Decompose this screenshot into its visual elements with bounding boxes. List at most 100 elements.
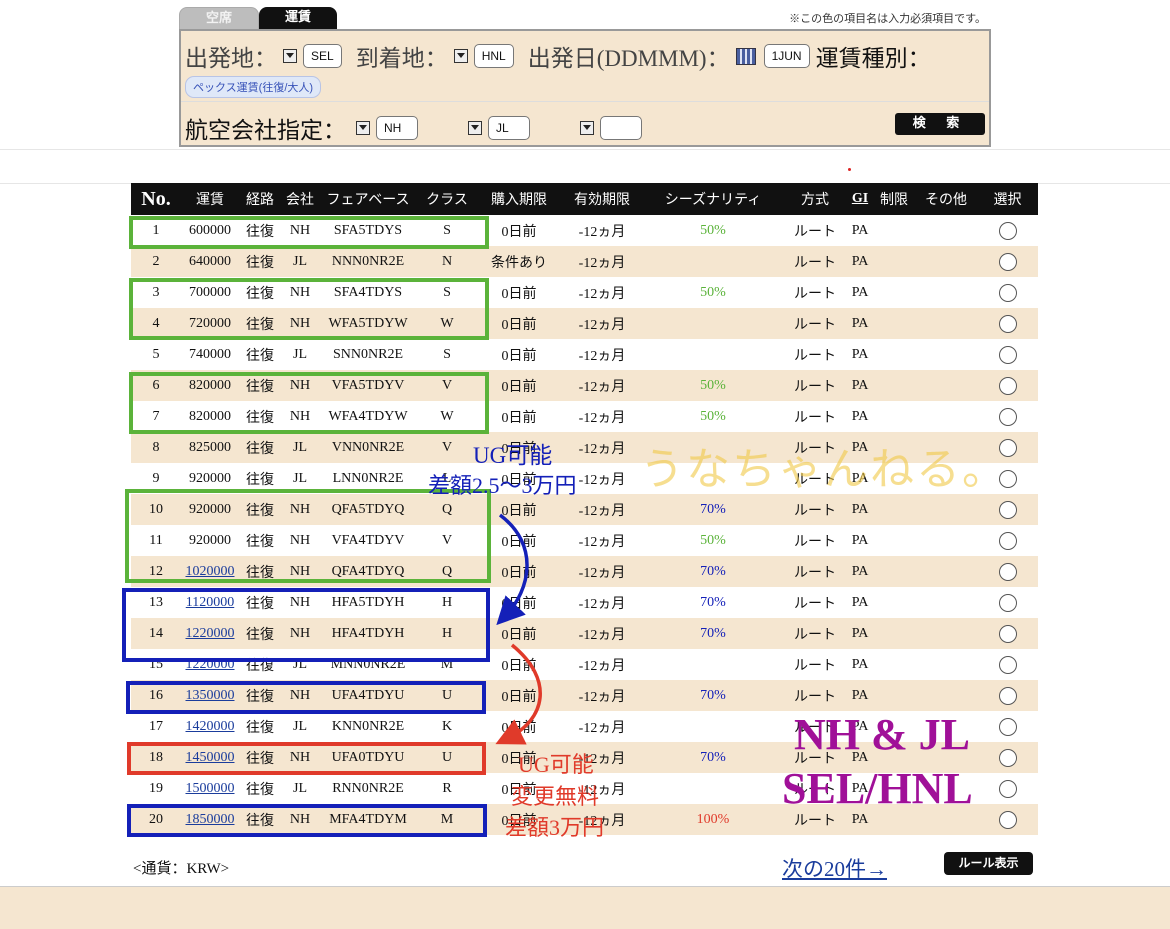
date-input[interactable]: 1JUN <box>763 44 810 68</box>
select-radio[interactable] <box>998 531 1017 550</box>
cell-select[interactable] <box>977 680 1038 711</box>
tab-fares[interactable]: 運賃 <box>259 7 337 29</box>
destination-input[interactable]: HNL <box>473 44 514 68</box>
cell-fare-basis: LNN0NR2E <box>332 470 404 486</box>
select-radio[interactable] <box>998 500 1017 519</box>
select-radio[interactable] <box>998 810 1017 829</box>
origin-input[interactable]: SEL <box>303 44 342 68</box>
airline-1-dropdown-icon[interactable] <box>356 121 370 135</box>
rules-button[interactable]: ルール表示 <box>944 852 1033 875</box>
select-radio[interactable] <box>998 252 1017 271</box>
search-panel: 出発地： SEL 到着地： HNL 出発日(DDMMM)： 1JUN 運賃種別：… <box>179 29 991 147</box>
fare-link[interactable]: 1350000 <box>186 688 235 703</box>
select-radio[interactable] <box>998 376 1017 395</box>
upgrade-note-blue: UG可能 <box>473 443 553 468</box>
select-radio[interactable] <box>998 717 1017 736</box>
fare-link[interactable]: 1020000 <box>186 564 235 579</box>
cell-select[interactable] <box>977 494 1038 525</box>
select-radio[interactable] <box>998 686 1017 705</box>
table-row: 4 720000 往復 NH WFA5TDYW W 0日前 -12ヵ月 ルート PA <box>131 308 1038 339</box>
fare-link[interactable]: 1220000 <box>186 657 235 672</box>
select-radio[interactable] <box>998 779 1017 798</box>
select-radio[interactable] <box>998 624 1017 643</box>
select-radio[interactable] <box>998 748 1017 767</box>
destination-dropdown-icon[interactable] <box>453 49 468 63</box>
cell-booking-class: H <box>417 618 477 649</box>
cell-route: 往復 <box>246 224 274 240</box>
cell-gi-code: PA <box>851 222 869 238</box>
fare-link[interactable]: 1120000 <box>186 595 234 610</box>
select-radio[interactable] <box>998 655 1017 674</box>
select-radio[interactable] <box>998 407 1017 426</box>
fare-link[interactable]: 1850000 <box>186 812 235 827</box>
cell-seasonality <box>643 711 783 742</box>
cell-row-no: 17 <box>149 718 163 734</box>
cell-select[interactable] <box>977 308 1038 339</box>
cell-select[interactable] <box>977 587 1038 618</box>
cell-fare-basis: SFA5TDYS <box>333 222 403 238</box>
cell-select[interactable] <box>977 339 1038 370</box>
cell-select[interactable] <box>977 711 1038 742</box>
cell-restriction <box>873 587 915 618</box>
cell-select[interactable] <box>977 773 1038 804</box>
cell-gi-code: PA <box>851 656 869 672</box>
gi-header-link[interactable]: GI <box>852 191 868 206</box>
cell-select[interactable] <box>977 246 1038 277</box>
airline-2-dropdown-icon[interactable] <box>468 121 482 135</box>
cell-select[interactable] <box>977 277 1038 308</box>
origin-dropdown-icon[interactable] <box>283 49 297 63</box>
col-header-gi[interactable]: GI <box>847 183 873 215</box>
fare-link[interactable]: 1500000 <box>186 781 235 796</box>
airline-3-input[interactable] <box>600 116 642 140</box>
select-radio[interactable] <box>998 562 1017 581</box>
cell-purchase-limit: 0日前 <box>501 534 537 550</box>
cell-validity: -12ヵ月 <box>561 432 643 463</box>
select-radio[interactable] <box>998 593 1017 612</box>
fare-tabs: 空席 運賃 <box>179 7 337 30</box>
cell-method: ルート <box>794 658 836 674</box>
fare-link[interactable]: 1420000 <box>186 719 235 734</box>
airline-3-dropdown-icon[interactable] <box>580 121 594 135</box>
cell-select[interactable] <box>977 401 1038 432</box>
cell-booking-class: V <box>441 532 453 548</box>
cell-fare-basis: VFA4TDYV <box>331 532 405 548</box>
table-row: 10 920000 往復 NH QFA5TDYQ Q 0日前 -12ヵ月 70% ルート PA <box>131 494 1038 525</box>
col-header-no: No. <box>131 183 181 215</box>
cell-restriction <box>873 525 915 556</box>
cell-purchase-limit: 0日前 <box>501 286 537 302</box>
cell-select[interactable] <box>977 525 1038 556</box>
cell-route: 往復 <box>239 618 281 649</box>
cell-select[interactable] <box>977 215 1038 246</box>
tab-availability[interactable]: 空席 <box>179 7 259 30</box>
cell-select[interactable] <box>977 370 1038 401</box>
cell-fare-basis: WFA4TDYW <box>328 408 408 424</box>
cell-purchase-limit: 0日前 <box>501 596 537 612</box>
fare-link[interactable]: 1450000 <box>186 750 235 765</box>
cell-select[interactable] <box>977 742 1038 773</box>
cell-select[interactable] <box>977 649 1038 680</box>
select-radio[interactable] <box>998 345 1017 364</box>
price-diff-note-blue: 差額2.5〜3万円 <box>428 473 577 498</box>
cell-row-no: 15 <box>149 656 163 672</box>
cell-method: ルート <box>783 556 847 587</box>
cell-method: ルート <box>794 286 836 302</box>
search-button[interactable]: 検 索 <box>895 113 985 135</box>
airline-2-input[interactable]: JL <box>488 116 530 140</box>
cell-select[interactable] <box>977 556 1038 587</box>
cell-carrier: NH <box>289 222 311 238</box>
cell-restriction <box>873 680 915 711</box>
airline-label: 航空会社指定： <box>185 118 346 143</box>
cell-select[interactable] <box>977 804 1038 835</box>
cell-row-no: 13 <box>149 594 163 610</box>
cell-select[interactable] <box>977 618 1038 649</box>
airline-1-input[interactable]: NH <box>376 116 418 140</box>
fare-type-select[interactable]: ペックス運賃(往復/大人) <box>185 76 322 98</box>
select-radio[interactable] <box>998 283 1017 302</box>
cell-fare-basis: SNN0NR2E <box>332 346 403 362</box>
cell-row-no: 18 <box>131 742 181 773</box>
select-radio[interactable] <box>998 221 1017 240</box>
select-radio[interactable] <box>998 314 1017 333</box>
next-page-link[interactable]: 次の20件→ <box>782 853 887 883</box>
fare-link[interactable]: 1220000 <box>186 626 235 641</box>
calendar-icon[interactable] <box>735 47 756 65</box>
